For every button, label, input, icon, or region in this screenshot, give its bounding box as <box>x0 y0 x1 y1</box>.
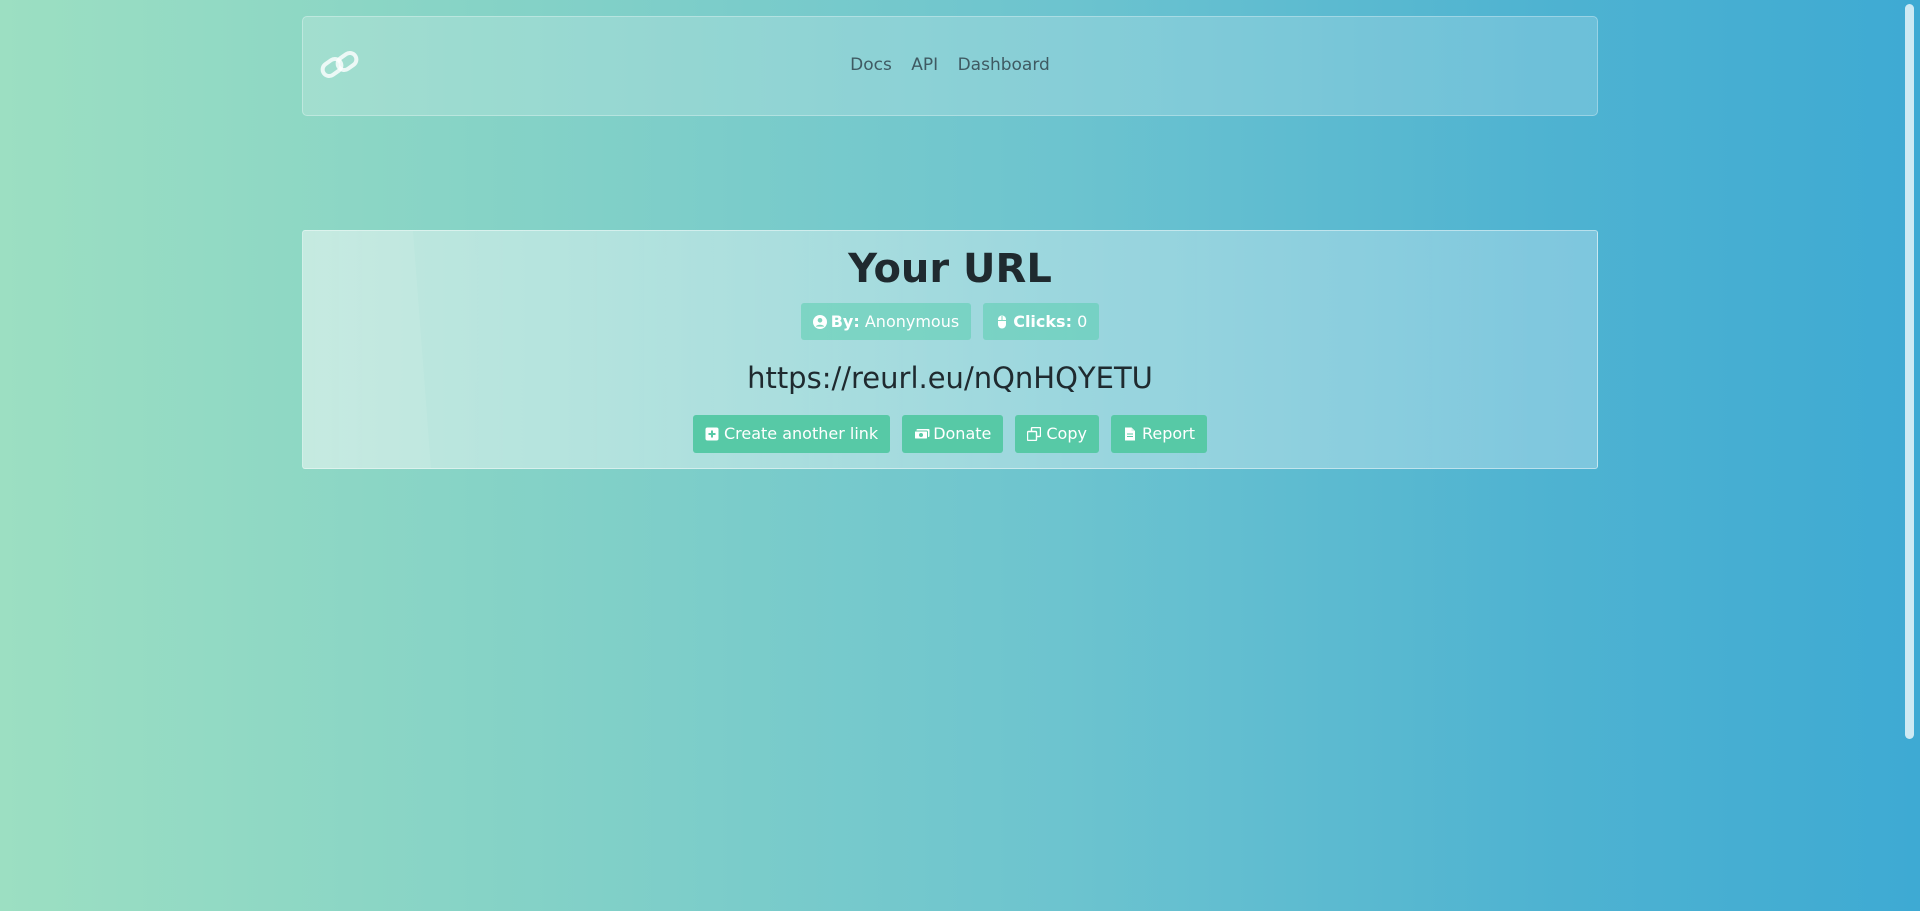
report-button[interactable]: Report <box>1110 415 1207 453</box>
donate-button[interactable]: Donate <box>902 415 1004 453</box>
mouse-icon <box>995 305 1009 329</box>
author-value: Anonymous <box>864 312 960 331</box>
page-title: Your URL <box>848 246 1052 292</box>
result-card: Your URL By: Anonymous Clicks: 0 https:/… <box>302 230 1598 469</box>
nav-api-link[interactable]: API <box>911 55 938 75</box>
action-buttons: Create another link Donate Copy Report <box>303 415 1597 453</box>
plus-square-icon <box>705 417 719 441</box>
nav-dashboard-link[interactable]: Dashboard <box>958 55 1050 75</box>
author-label: By: <box>830 312 860 331</box>
clicks-label: Clicks: <box>1013 312 1072 331</box>
user-circle-icon <box>812 305 827 329</box>
copy-button[interactable]: Copy <box>1015 415 1099 453</box>
info-badges: By: Anonymous Clicks: 0 <box>303 303 1597 340</box>
copy-icon <box>1027 417 1042 442</box>
scrollbar[interactable] <box>1905 4 1914 739</box>
file-icon <box>1123 417 1137 441</box>
short-url-text: https://reurl.eu/nQnHQYETU <box>747 361 1153 395</box>
navbar: Docs API Dashboard <box>302 16 1598 116</box>
author-badge: By: Anonymous <box>800 303 972 340</box>
clicks-value: 0 <box>1077 312 1088 331</box>
nav-docs-link[interactable]: Docs <box>850 55 892 75</box>
copy-button-label: Copy <box>1046 424 1087 443</box>
clicks-badge: Clicks: 0 <box>983 303 1100 340</box>
donate-button-label: Donate <box>933 424 992 443</box>
create-another-link-button[interactable]: Create another link <box>692 415 891 453</box>
report-button-label: Report <box>1141 424 1195 443</box>
money-bill-icon <box>914 417 930 440</box>
nav-links: Docs API Dashboard <box>303 55 1597 75</box>
create-button-label: Create another link <box>723 424 879 443</box>
